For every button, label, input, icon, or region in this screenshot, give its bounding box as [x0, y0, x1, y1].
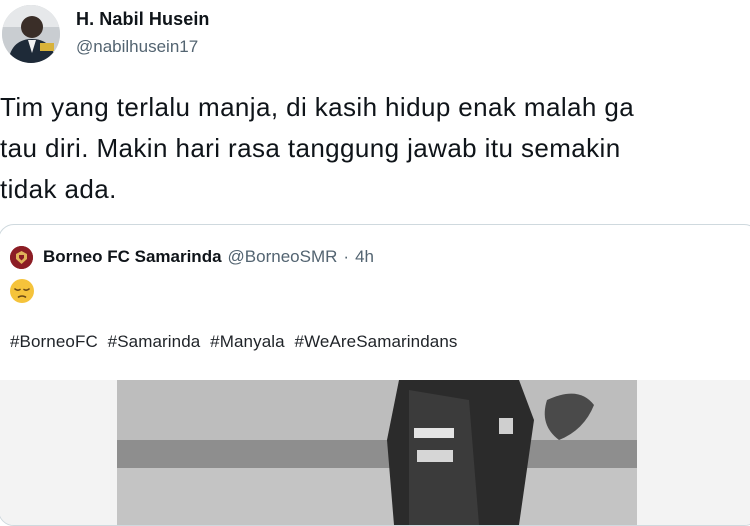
- quoted-tweet[interactable]: Borneo FC Samarinda @BorneoSMR · 4h #Bor…: [0, 224, 750, 526]
- quoted-author-name[interactable]: Borneo FC Samarinda: [43, 247, 222, 267]
- quoted-tweet-header: Borneo FC Samarinda @BorneoSMR · 4h: [10, 243, 374, 271]
- separator-dot: ·: [343, 247, 350, 266]
- hashtag-link[interactable]: #WeAreSamarindans: [295, 332, 458, 351]
- author-name[interactable]: H. Nabil Husein: [76, 9, 210, 30]
- hashtag-link[interactable]: #Samarinda: [108, 332, 201, 351]
- quoted-author-handle[interactable]: @BorneoSMR: [228, 247, 338, 267]
- hashtag-link[interactable]: #Manyala: [210, 332, 285, 351]
- club-logo-icon[interactable]: [10, 245, 33, 269]
- author-avatar[interactable]: [2, 5, 60, 63]
- hashtag-link[interactable]: #BorneoFC: [10, 332, 98, 351]
- author-handle[interactable]: @nabilhusein17: [76, 37, 198, 57]
- tweet-text: Tim yang terlalu manja, di kasih hidup e…: [0, 92, 635, 204]
- hashtag-list: #BorneoFC #Samarinda #Manyala #WeAreSama…: [10, 332, 462, 352]
- quoted-timestamp[interactable]: 4h: [355, 247, 374, 267]
- pensive-face-icon: [9, 278, 35, 304]
- quoted-media-photo[interactable]: [0, 380, 750, 525]
- tweet-header: H. Nabil Husein @nabilhusein17: [0, 0, 750, 80]
